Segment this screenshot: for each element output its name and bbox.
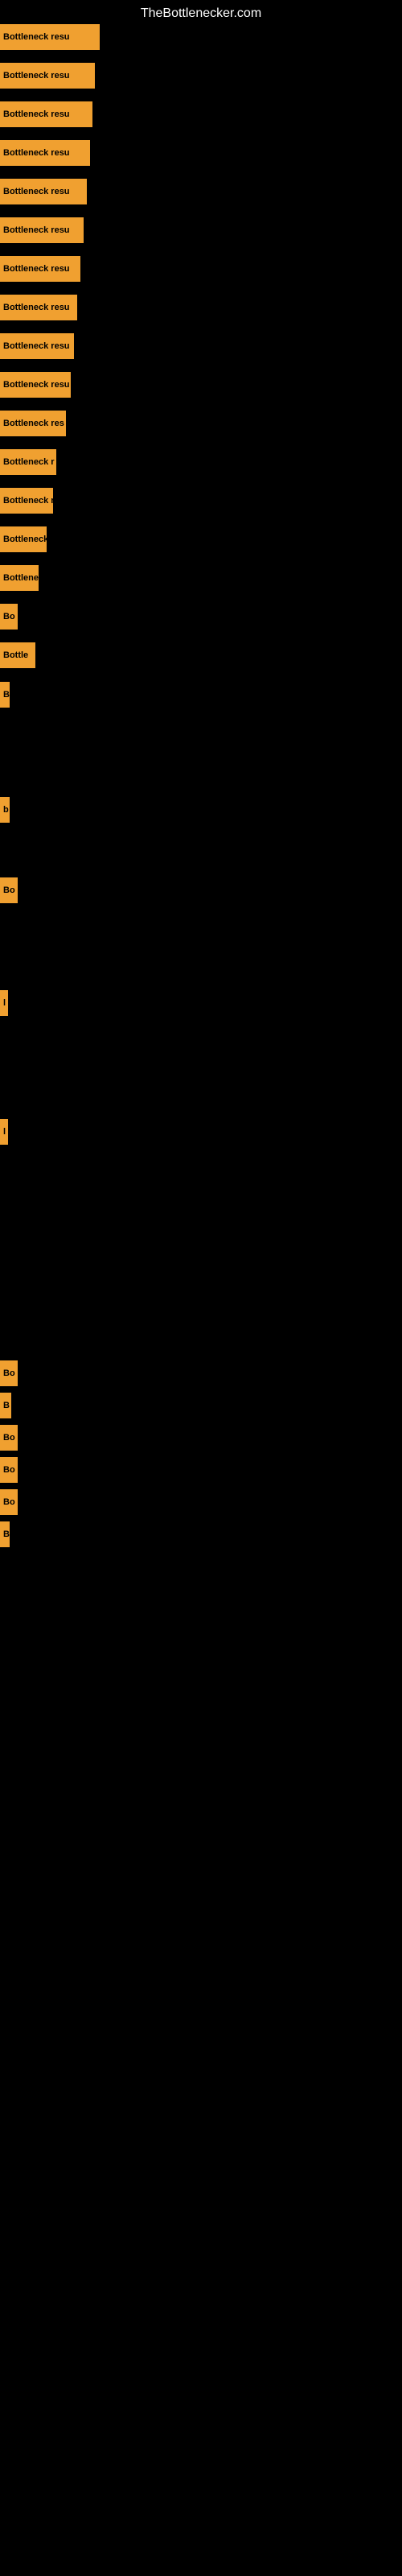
bar-item: Bo	[0, 877, 18, 903]
bar-label: Bo	[3, 886, 15, 895]
bar-label: l	[3, 1127, 6, 1137]
bar-item: Bottleneck resu	[0, 63, 95, 89]
bar-label: B	[3, 1401, 10, 1410]
bar-item: B	[0, 1393, 11, 1418]
bar-label: Bottleneck resu	[3, 148, 70, 158]
bar-label: Bo	[3, 1465, 15, 1475]
bar-label: Bottle	[3, 650, 28, 660]
bar-item: Bo	[0, 1425, 18, 1451]
bar-label: Bottleneck resu	[3, 187, 70, 196]
site-title: TheBottlenecker.com	[0, 0, 402, 27]
bar-label: B	[3, 690, 10, 700]
bar-label: b	[3, 805, 9, 815]
bar-label: Bottleneck resu	[3, 109, 70, 119]
bar-item: Bottleneck r	[0, 488, 53, 514]
bar-item: Bottleneck resu	[0, 295, 77, 320]
bar-label: Bottleneck resu	[3, 71, 70, 80]
bar-item: Bottleneck res	[0, 411, 66, 436]
bar-label: Bottleneck r	[3, 496, 53, 506]
bar-item: Bottleneck resu	[0, 256, 80, 282]
bar-item: Bo	[0, 1489, 18, 1515]
bar-item: Bo	[0, 1457, 18, 1483]
bar-label: l	[3, 998, 6, 1008]
bar-item: l	[0, 990, 8, 1016]
bar-item: B	[0, 682, 10, 708]
bar-label: Bottleneck res	[3, 419, 64, 428]
bar-item: Bottle	[0, 642, 35, 668]
bar-item: Bottleneck resu	[0, 101, 92, 127]
bar-item: b	[0, 797, 10, 823]
bar-item: Bottleneck resu	[0, 217, 84, 243]
bar-label: Bo	[3, 1368, 15, 1378]
bar-label: B	[3, 1530, 10, 1539]
bar-label: Bottleneck resu	[3, 380, 70, 390]
bar-label: Bottleneck r	[3, 457, 55, 467]
bar-label: Bottleneck resu	[3, 225, 70, 235]
bar-label: Bottlene	[3, 573, 39, 583]
bar-label: Bo	[3, 1497, 15, 1507]
bar-item: l	[0, 1119, 8, 1145]
bar-item: Bottleneck resu	[0, 24, 100, 50]
bar-label: Bo	[3, 612, 15, 621]
bar-item: Bottleneck n	[0, 526, 47, 552]
bar-label: Bottleneck resu	[3, 264, 70, 274]
bar-label: Bo	[3, 1433, 15, 1443]
bar-label: Bottleneck n	[3, 535, 47, 544]
bar-item: Bottleneck resu	[0, 140, 90, 166]
bar-item: Bottleneck r	[0, 449, 56, 475]
bar-item: Bottleneck resu	[0, 372, 71, 398]
bar-label: Bottleneck resu	[3, 32, 70, 42]
bar-item: Bo	[0, 604, 18, 630]
bar-label: Bottleneck resu	[3, 303, 70, 312]
bar-item: Bottleneck resu	[0, 179, 87, 204]
bar-label: Bottleneck resu	[3, 341, 70, 351]
bar-item: Bottlene	[0, 565, 39, 591]
bar-item: Bo	[0, 1360, 18, 1386]
bar-item: Bottleneck resu	[0, 333, 74, 359]
bar-item: B	[0, 1521, 10, 1547]
